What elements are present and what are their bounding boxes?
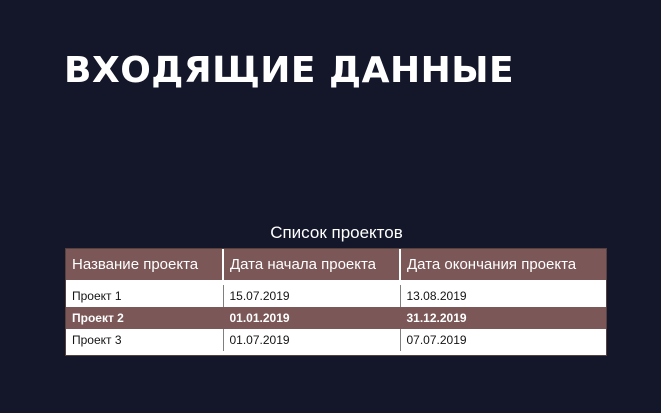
- table-caption: Список проектов: [270, 223, 403, 242]
- cell-start-date: 15.07.2019: [223, 281, 401, 307]
- table-row: Проект 2 01.01.2019 31.12.2019: [66, 307, 606, 329]
- cell-end-date: 31.12.2019: [400, 307, 606, 329]
- cell-start-date: 01.01.2019: [223, 307, 401, 329]
- header-end-date: Дата окончания проекта: [400, 249, 606, 285]
- cell-project-name: Проект 2: [66, 307, 224, 329]
- cell-start-date: 01.07.2019: [223, 329, 401, 351]
- table-row: Проект 1 15.07.2019 13.08.2019: [66, 281, 606, 307]
- cell-end-date: 07.07.2019: [400, 329, 606, 351]
- header-start-date: Дата начала проекта: [223, 249, 401, 285]
- page-title: ВХОДЯЩИЕ ДАННЫЕ: [64, 50, 515, 91]
- cell-end-date: 13.08.2019: [400, 281, 606, 307]
- cell-project-name: Проект 3: [66, 329, 224, 351]
- table-row: Проект 3 01.07.2019 07.07.2019: [66, 329, 606, 351]
- project-table-frame: Название проекта Дата начала проекта Дат…: [65, 248, 607, 356]
- cell-project-name: Проект 1: [66, 281, 224, 307]
- project-table: Название проекта Дата начала проекта Дат…: [66, 249, 606, 351]
- table-header-row: Название проекта Дата начала проекта Дат…: [66, 249, 606, 285]
- header-project-name: Название проекта: [66, 249, 224, 285]
